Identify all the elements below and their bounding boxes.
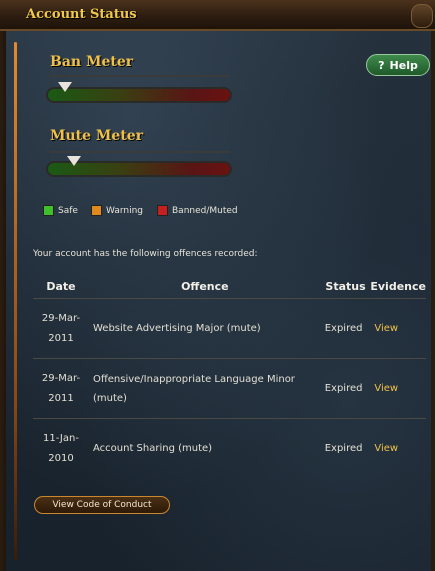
legend-warning: Warning xyxy=(91,205,143,216)
view-evidence-link[interactable]: View xyxy=(370,298,426,359)
decorative-rail xyxy=(14,42,17,560)
legend-warning-label: Warning xyxy=(106,205,144,216)
offences-table: Date Offence Status Evidence 29-Mar- 2011… xyxy=(33,275,426,478)
question-icon: ? xyxy=(378,58,385,72)
table-row: 29-Mar- 2011 Offensive/Inappropriate Lang… xyxy=(33,358,426,419)
account-status-panel: Account Status Ban Meter Mute Meter ? He… xyxy=(0,0,435,571)
safe-swatch xyxy=(43,205,54,216)
row-offence: Website Advertising Major (mute) xyxy=(89,298,321,359)
window-title: Account Status xyxy=(26,7,137,22)
row-status: Expired xyxy=(320,358,371,419)
title-bar: Account Status xyxy=(0,0,435,31)
header-date: Date xyxy=(46,280,76,293)
row-offence: Offensive/Inappropriate Language Minor (… xyxy=(89,358,321,419)
legend-banned: Banned/Muted xyxy=(157,205,238,216)
right-frame xyxy=(431,31,435,571)
mute-meter-label: Mute Meter xyxy=(50,128,144,144)
ban-meter-label: Ban Meter xyxy=(50,54,134,70)
row-date: 11-Jan- 2010 xyxy=(33,418,89,478)
offences-intro-text: Your account has the following offences … xyxy=(33,249,258,259)
ban-meter-underline xyxy=(50,75,230,77)
row-status: Expired xyxy=(320,418,371,478)
mute-meter-marker-icon xyxy=(66,156,81,166)
row-date: 29-Mar- 2011 xyxy=(33,358,89,419)
ban-meter-track xyxy=(46,87,232,103)
row-date: 29-Mar- 2011 xyxy=(33,298,89,359)
title-bar-ornament xyxy=(411,4,433,28)
row-offence: Account Sharing (mute) xyxy=(89,418,321,478)
help-button[interactable]: ? Help xyxy=(366,54,430,76)
view-evidence-link[interactable]: View xyxy=(370,358,426,419)
row-status: Expired xyxy=(320,298,371,359)
ban-meter-marker-icon xyxy=(57,82,72,92)
banned-swatch xyxy=(157,205,168,216)
mute-meter-underline xyxy=(50,151,230,153)
table-row: 29-Mar- 2011 Website Advertising Major (m… xyxy=(33,298,426,359)
legend-safe: Safe xyxy=(43,205,78,216)
header-status: Status xyxy=(325,280,366,293)
header-evidence: Evidence xyxy=(370,280,426,293)
view-code-of-conduct-button[interactable]: View Code of Conduct xyxy=(34,496,170,514)
help-label: Help xyxy=(389,58,418,72)
legend-safe-label: Safe xyxy=(58,205,78,216)
legend-banned-label: Banned/Muted xyxy=(172,205,238,216)
header-offence: Offence xyxy=(181,280,229,293)
table-header-row: Date Offence Status Evidence xyxy=(33,275,426,299)
table-row: 11-Jan- 2010 Account Sharing (mute) Expir… xyxy=(33,418,426,478)
view-evidence-link[interactable]: View xyxy=(370,418,426,478)
left-frame xyxy=(0,31,6,571)
warning-swatch xyxy=(91,205,102,216)
